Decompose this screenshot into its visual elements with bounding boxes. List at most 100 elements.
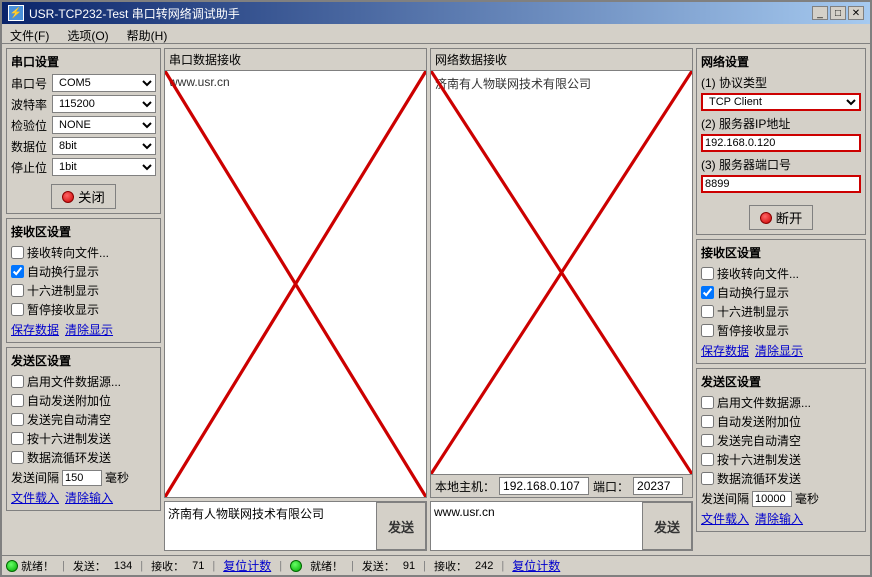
serial-send-input[interactable]	[165, 502, 376, 550]
net-send-check1[interactable]	[701, 396, 714, 409]
serial-x-overlay	[165, 71, 426, 497]
data-select[interactable]: 8bit	[52, 137, 156, 155]
serial-status-indicator	[62, 191, 74, 203]
serial-send-check3[interactable]	[11, 413, 24, 426]
serial-send-label: 发送：	[73, 558, 106, 574]
net-recv-cb2: 自动换行显示	[701, 284, 861, 301]
network-settings-title: 网络设置	[701, 53, 861, 70]
local-port-field[interactable]	[633, 477, 683, 495]
net-send-cb1: 启用文件数据源...	[701, 394, 861, 411]
serial-recv-check4[interactable]	[11, 303, 24, 316]
serial-close-button[interactable]: 关闭	[51, 184, 116, 209]
net-save-link[interactable]: 保存数据	[701, 342, 749, 359]
serial-recv-label4: 暂停接收显示	[27, 301, 99, 318]
net-clear-input-link[interactable]: 清除输入	[755, 510, 803, 527]
maximize-button[interactable]: □	[830, 6, 846, 20]
server-port-label: (3) 服务器端口号	[701, 156, 861, 173]
serial-recv-label: 接收：	[151, 558, 184, 574]
serial-send-label4: 按十六进制发送	[27, 430, 111, 447]
serial-send-label2: 自动发送附加位	[27, 392, 111, 409]
net-send-links: 文件载入 清除输入	[701, 510, 861, 527]
serial-send-check4[interactable]	[11, 432, 24, 445]
data-row: 数据位 8bit	[11, 137, 156, 155]
net-recv-label4: 暂停接收显示	[717, 322, 789, 339]
serial-reset-count[interactable]: 复位计数	[223, 557, 271, 574]
close-button[interactable]: ✕	[848, 6, 864, 20]
minimize-button[interactable]: _	[812, 6, 828, 20]
serial-send-check2[interactable]	[11, 394, 24, 407]
baud-select[interactable]: 115200	[52, 95, 156, 113]
net-send-cb4: 按十六进制发送	[701, 451, 861, 468]
serial-send-title: 发送区设置	[11, 352, 156, 369]
serial-recv-value: 71	[192, 560, 204, 572]
net-send-check3[interactable]	[701, 434, 714, 447]
serial-send-cb1: 启用文件数据源...	[11, 373, 156, 390]
status-label: 就绪！	[21, 558, 54, 574]
net-recv-check3[interactable]	[701, 305, 714, 318]
port-select[interactable]: COM5	[52, 74, 156, 92]
port-row: 串口号 COM5	[11, 74, 156, 92]
serial-recv-check3[interactable]	[11, 284, 24, 297]
serial-file-input-link[interactable]: 文件载入	[11, 489, 59, 506]
net-recv-value: 242	[475, 560, 493, 572]
right-panel: 网络设置 (1) 协议类型 TCP Client (2) 服务器IP地址 (3)…	[696, 48, 866, 551]
stop-select[interactable]: 1bit	[52, 158, 156, 176]
serial-send-cb5: 数据流循环发送	[11, 449, 156, 466]
serial-recv-check1[interactable]	[11, 246, 24, 259]
data-label: 数据位	[11, 138, 49, 155]
sep3: |	[212, 560, 215, 572]
serial-send-check5[interactable]	[11, 451, 24, 464]
net-send-label3: 发送完自动清空	[717, 432, 801, 449]
net-send-check5[interactable]	[701, 472, 714, 485]
local-addr-label: 本地主机：	[435, 478, 495, 495]
serial-send-box: 发送区设置 启用文件数据源... 自动发送附加位 发送完自动清空 按十六进制发送	[6, 347, 161, 511]
left-panel: 串口设置 串口号 COM5 波特率 115200 检验位 NONE	[6, 48, 161, 551]
title-bar-left: ⚡ USR-TCP232-Test 串口转网络调试助手	[8, 5, 240, 22]
serial-send-check1[interactable]	[11, 375, 24, 388]
serial-save-link[interactable]: 保存数据	[11, 321, 59, 338]
net-send-check4[interactable]	[701, 453, 714, 466]
serial-send-cb3: 发送完自动清空	[11, 411, 156, 428]
serial-interval-label: 发送间隔	[11, 469, 59, 486]
check-select[interactable]: NONE	[52, 116, 156, 134]
protocol-select[interactable]: TCP Client	[701, 93, 861, 111]
menu-file[interactable]: 文件(F)	[6, 26, 53, 41]
net-reset-count[interactable]: 复位计数	[512, 557, 560, 574]
network-send-input[interactable]	[431, 502, 642, 550]
net-send-check2[interactable]	[701, 415, 714, 428]
net-send-label: 发送：	[362, 558, 395, 574]
net-interval-input[interactable]	[752, 491, 792, 507]
serial-recv-label2: 自动换行显示	[27, 263, 99, 280]
menu-options[interactable]: 选项(O)	[63, 26, 112, 41]
serial-send-button[interactable]: 发送	[376, 502, 426, 550]
net-recv-check4[interactable]	[701, 324, 714, 337]
network-send-box: 发送区设置 启用文件数据源... 自动发送附加位 发送完自动清空 按十六进制发送	[696, 368, 866, 532]
network-send-title: 发送区设置	[701, 373, 861, 390]
server-ip-input[interactable]	[701, 134, 861, 152]
network-send-button[interactable]: 发送	[642, 502, 692, 550]
main-content: 串口设置 串口号 COM5 波特率 115200 检验位 NONE	[2, 44, 870, 555]
local-addr-field[interactable]	[499, 477, 589, 495]
net-clear-link[interactable]: 清除显示	[755, 342, 803, 359]
net-recv-links: 保存数据 清除显示	[701, 342, 861, 359]
net-recv-check1[interactable]	[701, 267, 714, 280]
net-send-label5: 数据流循环发送	[717, 470, 801, 487]
net-interval-label: 发送间隔	[701, 490, 749, 507]
serial-send-label5: 数据流循环发送	[27, 449, 111, 466]
network-open-label: 断开	[776, 208, 803, 227]
serial-clear-input-link[interactable]: 清除输入	[65, 489, 113, 506]
menu-help[interactable]: 帮助(H)	[123, 26, 172, 41]
network-bottom-bar: 本地主机： 端口：	[431, 474, 692, 497]
serial-interval-input[interactable]	[62, 470, 102, 486]
network-open-button[interactable]: 断开	[749, 205, 814, 230]
server-port-input[interactable]	[701, 175, 861, 193]
net-recv-check2[interactable]	[701, 286, 714, 299]
net-send-cb5: 数据流循环发送	[701, 470, 861, 487]
serial-interval-row: 发送间隔 毫秒	[11, 469, 156, 486]
serial-recv-cb3: 十六进制显示	[11, 282, 156, 299]
net-send-value: 91	[403, 560, 415, 572]
net-status-label: 就绪！	[310, 558, 343, 574]
net-file-input-link[interactable]: 文件载入	[701, 510, 749, 527]
serial-recv-check2[interactable]	[11, 265, 24, 278]
serial-clear-link[interactable]: 清除显示	[65, 321, 113, 338]
